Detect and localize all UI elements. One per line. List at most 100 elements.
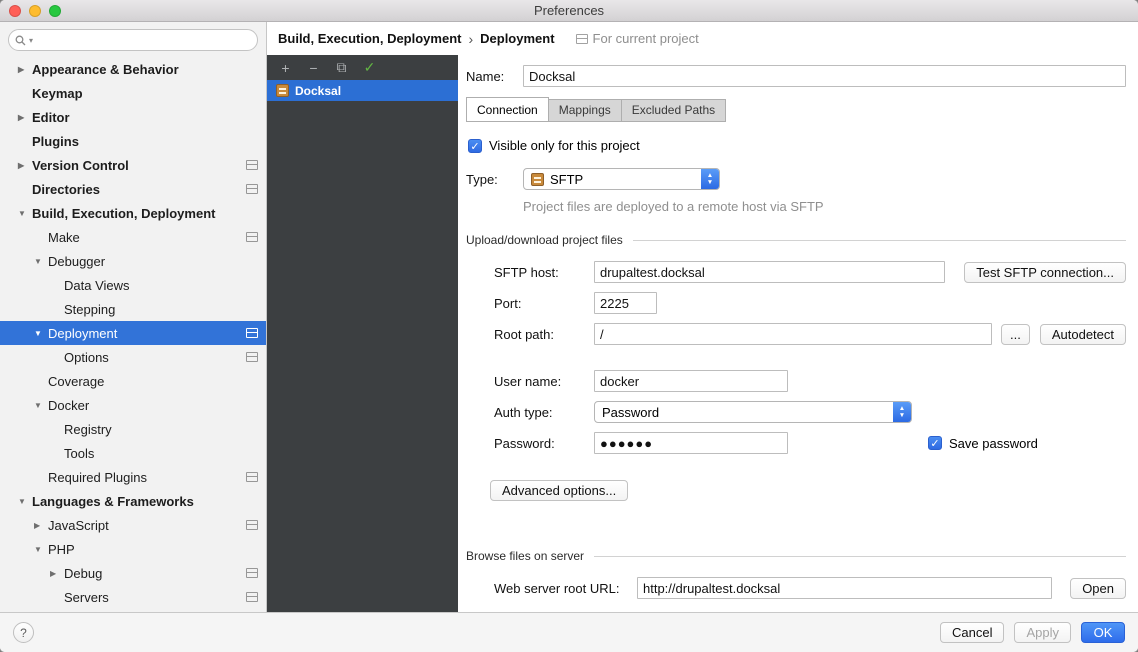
sidebar-item-tools[interactable]: Tools: [0, 441, 266, 465]
sidebar-item-label: Servers: [64, 590, 109, 605]
sidebar-item-debugger[interactable]: ▼Debugger: [0, 249, 266, 273]
auth-type-select[interactable]: Password ▲▼: [594, 401, 912, 423]
type-select[interactable]: SFTP ▲▼: [523, 168, 720, 190]
auth-type-value: Password: [602, 405, 659, 420]
sidebar-item-coverage[interactable]: Coverage: [0, 369, 266, 393]
sidebar-item-options[interactable]: Options: [0, 345, 266, 369]
tab-excluded-paths[interactable]: Excluded Paths: [621, 99, 726, 122]
sidebar-item-deployment[interactable]: ▼Deployment: [0, 321, 266, 345]
current-project-icon: [246, 568, 258, 578]
chevron-down-icon[interactable]: ▼: [34, 257, 48, 266]
sidebar-item-make[interactable]: Make: [0, 225, 266, 249]
window-title: Preferences: [0, 3, 1138, 18]
sidebar-item-data-views[interactable]: Data Views: [0, 273, 266, 297]
sftp-host-input[interactable]: [594, 261, 945, 283]
chevron-down-icon[interactable]: ▼: [34, 329, 48, 338]
sidebar-item-docker[interactable]: ▼Docker: [0, 393, 266, 417]
sidebar-item-label: JavaScript: [48, 518, 109, 533]
chevron-right-icon[interactable]: ▶: [18, 65, 32, 74]
sidebar-item-label: Coverage: [48, 374, 104, 389]
chevron-down-icon[interactable]: ▼: [34, 401, 48, 410]
use-as-default-icon[interactable]: ✓: [362, 59, 377, 76]
port-input[interactable]: [594, 292, 657, 314]
breadcrumb: Build, Execution, Deployment › Deploymen…: [267, 22, 1138, 55]
advanced-options-button[interactable]: Advanced options...: [490, 480, 628, 501]
sidebar-item-label: Keymap: [32, 86, 83, 101]
browse-section-label: Browse files on server: [466, 549, 584, 563]
sidebar-item-version-control[interactable]: ▶Version Control: [0, 153, 266, 177]
user-name-input[interactable]: [594, 370, 788, 392]
sftp-host-label: SFTP host:: [494, 265, 594, 280]
chevron-down-icon[interactable]: ▼: [18, 497, 32, 506]
connection-tabs: ConnectionMappingsExcluded Paths: [466, 97, 1126, 122]
ok-button[interactable]: OK: [1081, 622, 1125, 643]
sidebar-item-keymap[interactable]: Keymap: [0, 81, 266, 105]
breadcrumb-separator-icon: ›: [468, 31, 473, 47]
sidebar-item-php[interactable]: ▼PHP: [0, 537, 266, 561]
chevron-down-icon[interactable]: ▼: [34, 545, 48, 554]
tab-connection[interactable]: Connection: [466, 97, 549, 122]
cancel-button[interactable]: Cancel: [940, 622, 1004, 643]
sidebar-item-servers[interactable]: Servers: [0, 585, 266, 609]
copy-server-icon[interactable]: ⧉: [334, 59, 349, 76]
tab-mappings[interactable]: Mappings: [548, 99, 622, 122]
search-options-arrow-icon[interactable]: ▾: [29, 36, 33, 45]
sidebar-item-label: Options: [64, 350, 109, 365]
sidebar-item-registry[interactable]: Registry: [0, 417, 266, 441]
search-icon: [15, 35, 26, 46]
chevron-down-icon[interactable]: ▼: [18, 209, 32, 218]
chevron-right-icon[interactable]: ▶: [50, 569, 64, 578]
sidebar-item-stepping[interactable]: Stepping: [0, 297, 266, 321]
sidebar-item-label: Debug: [64, 566, 102, 581]
sidebar-item-label: Version Control: [32, 158, 129, 173]
user-name-label: User name:: [494, 374, 594, 389]
root-path-input[interactable]: [594, 323, 992, 345]
sidebar-item-plugins[interactable]: Plugins: [0, 129, 266, 153]
port-row: Port:: [494, 292, 1126, 314]
web-root-label: Web server root URL:: [494, 581, 637, 596]
sidebar-item-required-plugins[interactable]: Required Plugins: [0, 465, 266, 489]
search-input[interactable]: [36, 33, 251, 48]
sidebar-item-debug[interactable]: ▶Debug: [0, 561, 266, 585]
add-server-icon[interactable]: +: [278, 60, 293, 76]
password-input[interactable]: [594, 432, 788, 454]
sidebar-item-languages-frameworks[interactable]: ▼Languages & Frameworks: [0, 489, 266, 513]
sidebar-item-label: Tools: [64, 446, 94, 461]
type-label: Type:: [466, 172, 523, 187]
sidebar-item-appearance-behavior[interactable]: ▶Appearance & Behavior: [0, 57, 266, 81]
sidebar-item-javascript[interactable]: ▶JavaScript: [0, 513, 266, 537]
open-button[interactable]: Open: [1070, 578, 1126, 599]
current-project-icon: [246, 184, 258, 194]
upload-section-label: Upload/download project files: [466, 233, 623, 247]
server-item-docksal[interactable]: Docksal: [267, 80, 458, 101]
search-box[interactable]: ▾: [8, 29, 258, 51]
sidebar-item-directories[interactable]: Directories: [0, 177, 266, 201]
apply-button[interactable]: Apply: [1014, 622, 1071, 643]
breadcrumb-section[interactable]: Build, Execution, Deployment: [278, 31, 461, 46]
scope-label: For current project: [593, 31, 699, 46]
server-toolbar: +−⧉ ✓: [267, 55, 458, 80]
sidebar-item-label: Plugins: [32, 134, 79, 149]
chevron-right-icon[interactable]: ▶: [18, 161, 32, 170]
sidebar-item-build-execution-deployment[interactable]: ▼Build, Execution, Deployment: [0, 201, 266, 225]
visible-only-checkbox[interactable]: [468, 139, 482, 153]
autodetect-button[interactable]: Autodetect: [1040, 324, 1126, 345]
sidebar-item-label: Deployment: [48, 326, 117, 341]
help-button[interactable]: ?: [13, 622, 34, 643]
server-list: Docksal: [267, 80, 458, 101]
browse-root-path-button[interactable]: ...: [1001, 324, 1030, 345]
save-password-checkbox[interactable]: [928, 436, 942, 450]
name-input[interactable]: [523, 65, 1126, 87]
test-sftp-connection-button[interactable]: Test SFTP connection...: [964, 262, 1126, 283]
remove-server-icon[interactable]: −: [306, 60, 321, 76]
user-name-row: User name:: [494, 370, 1126, 392]
settings-sidebar: ▾ ▶Appearance & Behavior Keymap ▶Editor Plu…: [0, 22, 267, 612]
chevron-right-icon[interactable]: ▶: [34, 521, 48, 530]
upload-section-header: Upload/download project files: [466, 233, 1126, 247]
password-row: Password: Save password: [494, 432, 1126, 454]
web-root-input[interactable]: [637, 577, 1052, 599]
sidebar-item-editor[interactable]: ▶Editor: [0, 105, 266, 129]
type-help-text: Project files are deployed to a remote h…: [523, 199, 1126, 214]
chevron-right-icon[interactable]: ▶: [18, 113, 32, 122]
auth-type-row: Auth type: Password ▲▼: [494, 401, 1126, 423]
